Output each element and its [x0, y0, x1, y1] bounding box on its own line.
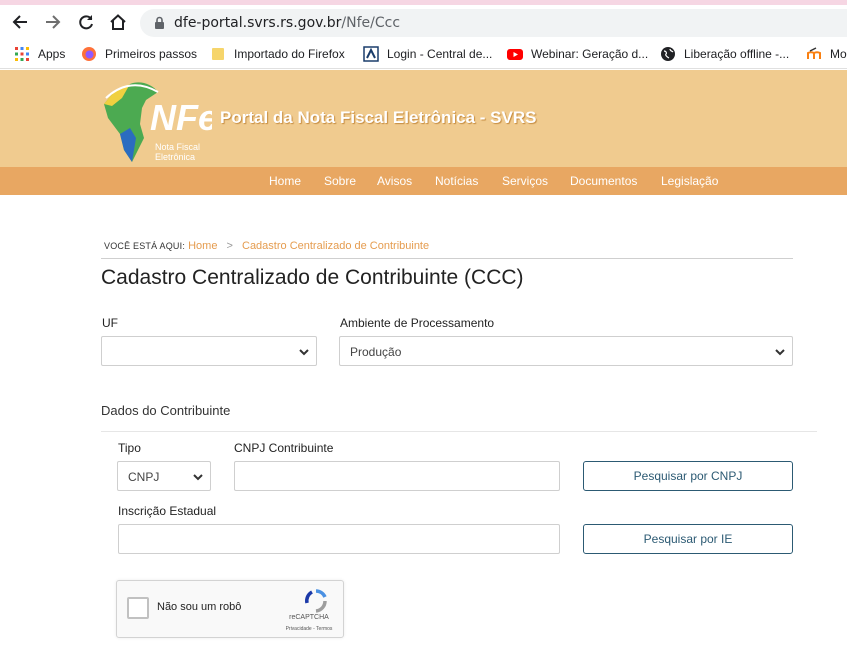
recaptcha-terms[interactable]: Privacidade - Termos [275, 626, 343, 632]
breadcrumb-divider [101, 258, 793, 259]
home-icon [110, 14, 126, 30]
site-nav: Home Sobre Avisos Notícias Serviços Docu… [0, 167, 847, 195]
bookmark-primeiros-passos[interactable]: Primeiros passos [81, 45, 197, 63]
ambiente-select-value: Produção [350, 345, 402, 359]
youtube-icon [507, 49, 523, 60]
url-path: /Nfe/Ccc [341, 15, 401, 31]
nav-legislacao[interactable]: Legislação [661, 174, 718, 188]
globe-icon [661, 47, 675, 61]
tipo-select[interactable]: CNPJ [117, 461, 211, 491]
url-host: dfe-portal.svrs.rs.gov.br [174, 15, 342, 31]
bookmark-label: Mo [830, 47, 847, 61]
bookmark-label: Importado do Firefox [234, 47, 345, 61]
browser-toolbar: dfe-portal.svrs.rs.gov.br/Nfe/Ccc [0, 5, 847, 39]
address-bar[interactable]: dfe-portal.svrs.rs.gov.br/Nfe/Ccc [140, 9, 847, 37]
cnpj-input[interactable] [234, 461, 560, 491]
bookmark-label: Apps [38, 47, 66, 61]
nav-documentos[interactable]: Documentos [570, 174, 637, 188]
section-divider [101, 431, 817, 432]
bookmark-label: Webinar: Geração d... [531, 47, 649, 61]
cnpj-label: CNPJ Contribuinte [234, 441, 334, 455]
home-button[interactable] [106, 10, 130, 34]
page-title: Cadastro Centralizado de Contribuinte (C… [101, 266, 524, 289]
bookmark-label: Liberação offline -... [684, 47, 790, 61]
nav-avisos[interactable]: Avisos [377, 174, 412, 188]
breadcrumb: VOCÊ ESTÁ AQUI: Home > Cadastro Centrali… [104, 240, 429, 252]
bookmark-liberacao-offline[interactable]: Liberação offline -... [660, 45, 789, 63]
site-icon [363, 46, 379, 62]
ambiente-label: Ambiente de Processamento [340, 316, 495, 330]
nfe-logo[interactable]: NFe Nota Fiscal Eletrônica [100, 78, 212, 164]
search-ie-button[interactable]: Pesquisar por IE [583, 524, 793, 554]
lock-icon [155, 16, 164, 29]
logo-subtitle-1: Nota Fiscal [155, 142, 200, 152]
breadcrumb-label: VOCÊ ESTÁ AQUI: [104, 241, 186, 251]
chevron-down-icon [775, 349, 785, 356]
bookmark-importado-firefox[interactable]: Importado do Firefox [210, 45, 345, 63]
firefox-icon [82, 47, 96, 61]
bookmark-webinar[interactable]: Webinar: Geração d... [507, 45, 648, 63]
folder-icon [212, 48, 224, 60]
recaptcha-widget: Não sou um robô reCAPTCHA Privacidade - … [116, 580, 344, 638]
recaptcha-icon [305, 589, 327, 613]
site-title: Portal da Nota Fiscal Eletrônica - SVRS [220, 108, 537, 127]
moodle-icon [807, 47, 821, 59]
bookmark-label: Primeiros passos [105, 47, 198, 61]
reload-icon [79, 15, 93, 30]
tipo-select-value: CNPJ [128, 470, 160, 484]
search-cnpj-button[interactable]: Pesquisar por CNPJ [583, 461, 793, 491]
bookmarks-bar: Apps Primeiros passos Importado do Firef… [0, 39, 847, 69]
nav-noticias[interactable]: Notícias [435, 174, 478, 188]
nav-servicos[interactable]: Serviços [502, 174, 548, 188]
nav-sobre[interactable]: Sobre [324, 174, 356, 188]
back-button[interactable] [8, 10, 32, 34]
site-header: NFe Nota Fiscal Eletrônica Portal da Not… [0, 70, 847, 167]
bookmark-login-central[interactable]: Login - Central de... [363, 45, 492, 63]
arrow-left-icon [12, 15, 27, 29]
recaptcha-checkbox[interactable] [127, 597, 149, 619]
breadcrumb-home-link[interactable]: Home [188, 240, 217, 252]
chevron-down-icon [193, 474, 203, 481]
ambiente-select[interactable]: Produção [339, 336, 793, 366]
uf-label: UF [102, 316, 118, 330]
breadcrumb-current[interactable]: Cadastro Centralizado de Contribuinte [242, 240, 429, 252]
logo-subtitle-2: Eletrônica [155, 152, 195, 162]
url-text: dfe-portal.svrs.rs.gov.br/Nfe/Ccc [174, 15, 400, 31]
chevron-down-icon [299, 349, 309, 356]
section-title: Dados do Contribuinte [101, 403, 231, 418]
arrow-right-icon [46, 15, 61, 29]
bookmark-apps[interactable]: Apps [14, 45, 65, 63]
recaptcha-label: Não sou um robô [157, 601, 242, 613]
bookmark-label: Login - Central de... [387, 47, 493, 61]
breadcrumb-separator: > [226, 240, 233, 252]
nav-home[interactable]: Home [269, 174, 301, 188]
ie-label: Inscrição Estadual [118, 504, 217, 518]
reload-button[interactable] [74, 10, 98, 34]
recaptcha-brand: reCAPTCHA [289, 614, 329, 621]
logo-text: NFe [150, 97, 212, 138]
apps-grid-icon [15, 47, 29, 61]
bookmark-moodle[interactable]: Mo [806, 45, 847, 63]
ie-input[interactable] [118, 524, 560, 554]
forward-button[interactable] [41, 10, 65, 34]
tipo-label: Tipo [118, 441, 141, 455]
uf-select[interactable] [101, 336, 317, 366]
